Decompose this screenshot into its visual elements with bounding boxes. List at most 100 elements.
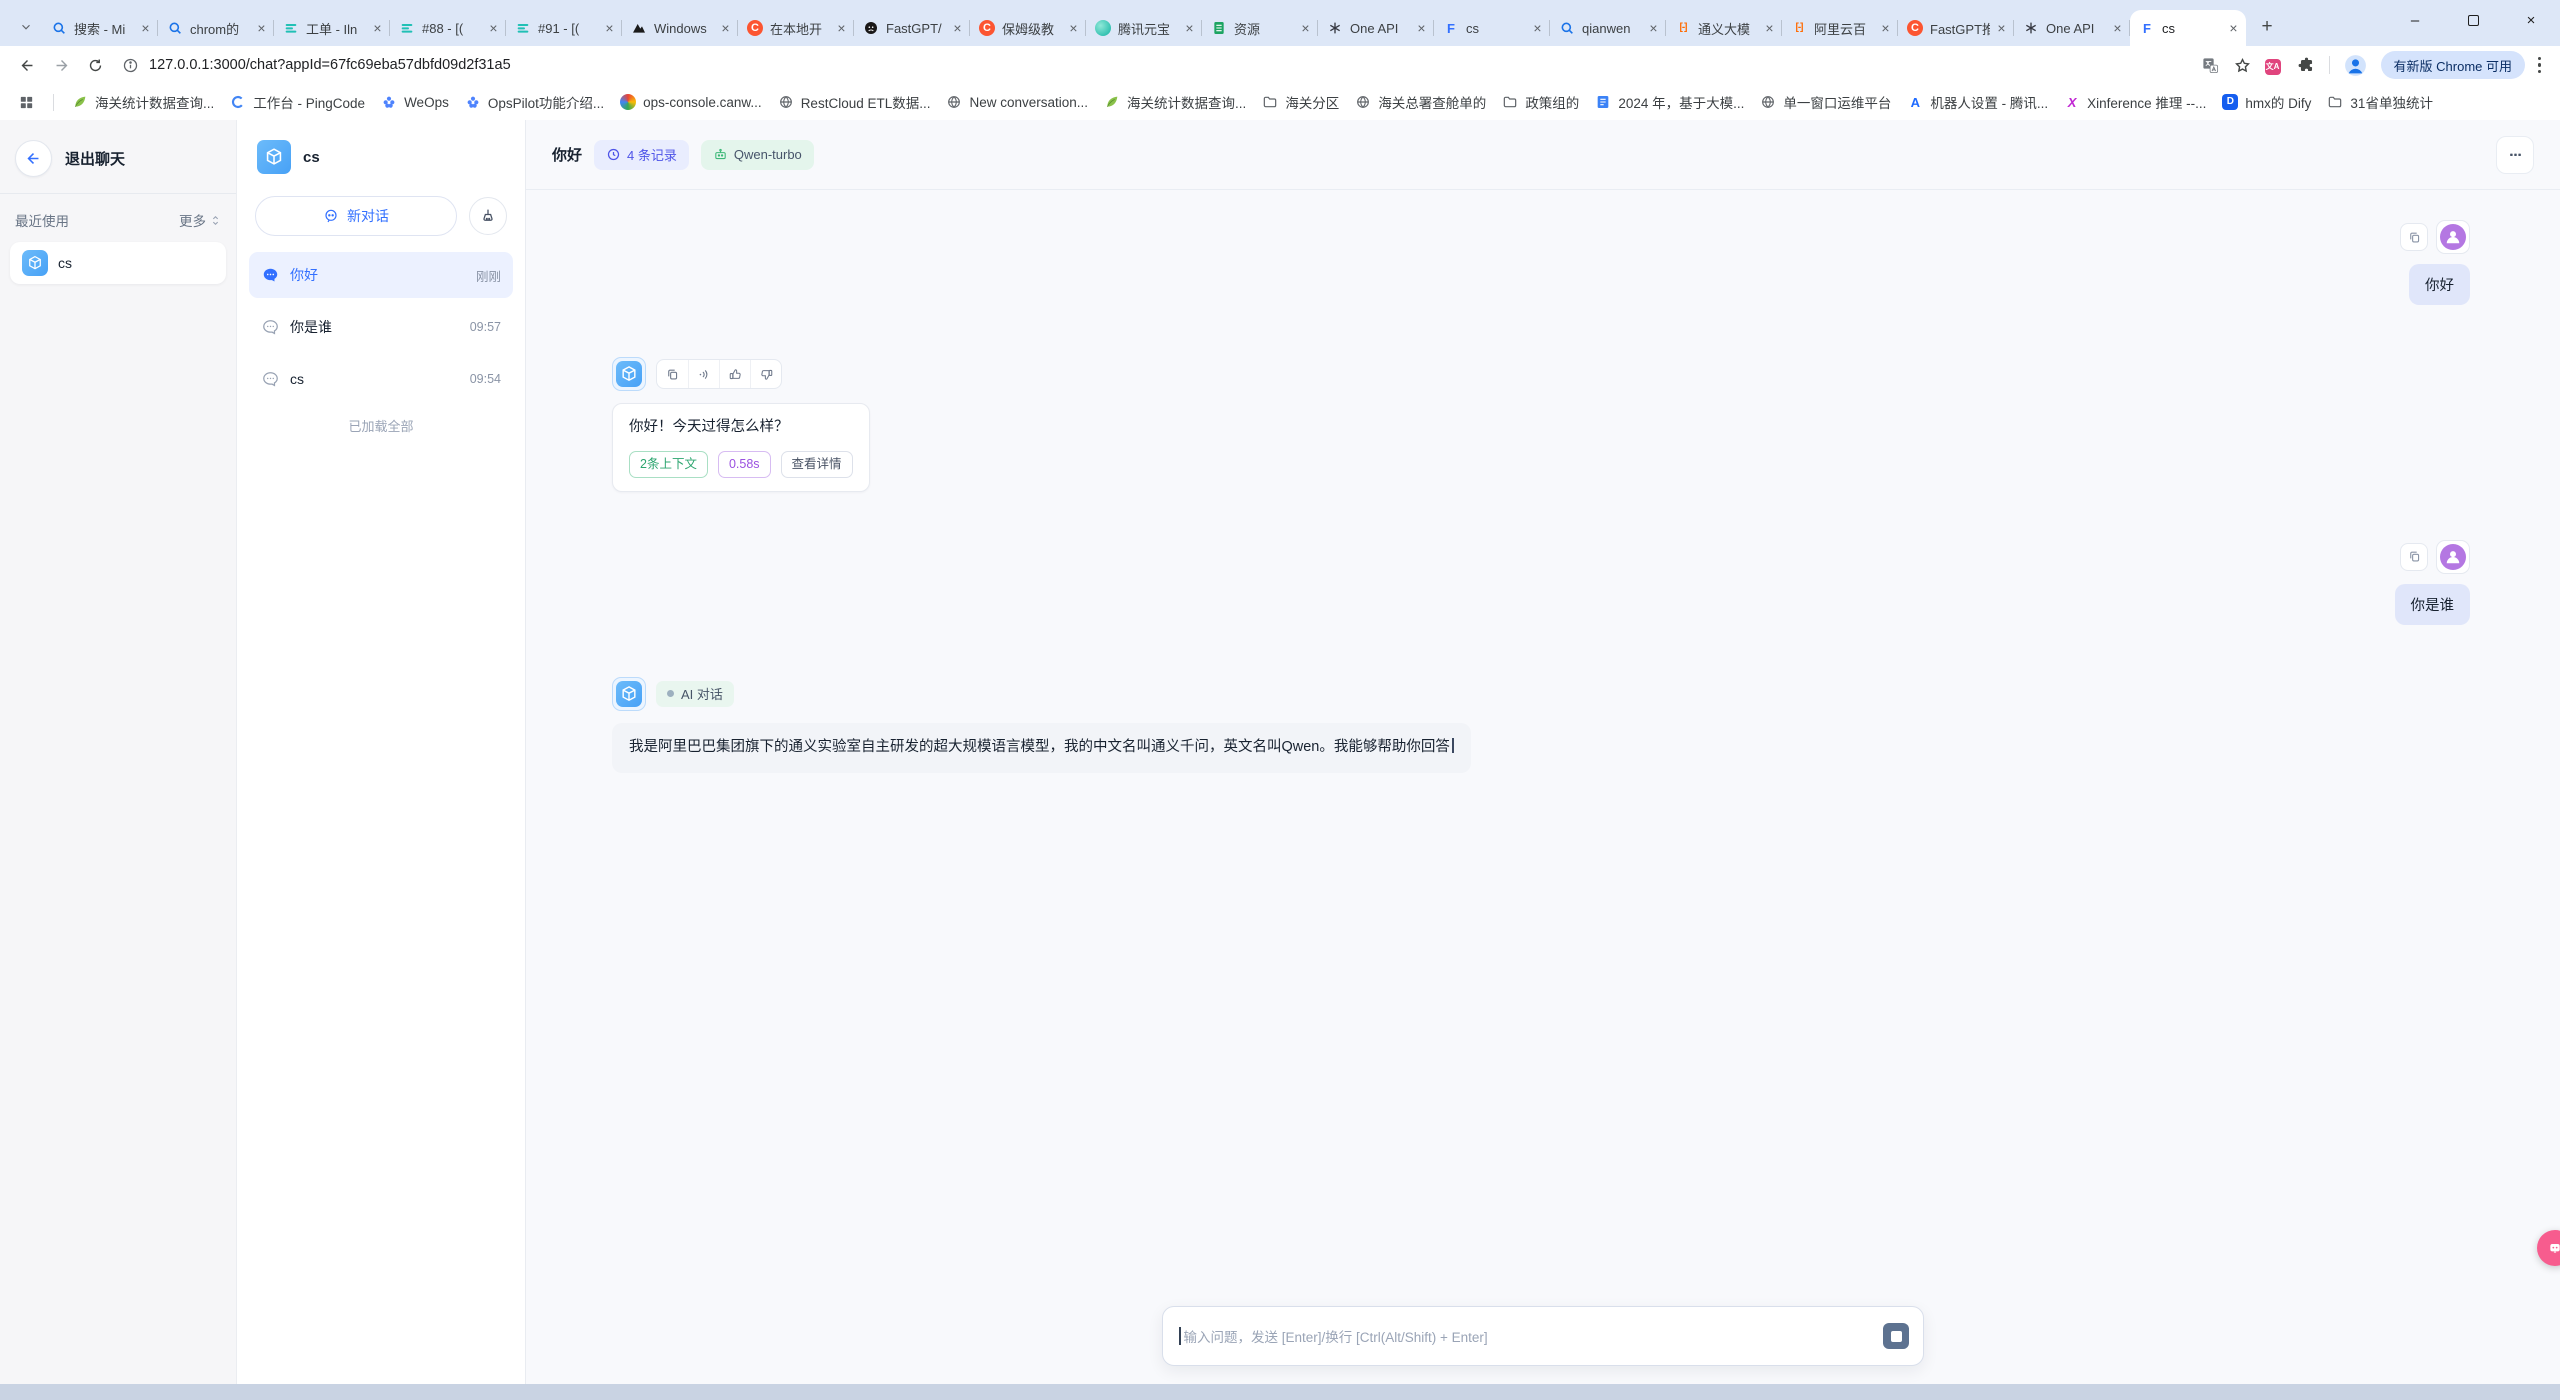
- bookmark-item[interactable]: ops-console.canw...: [612, 89, 770, 115]
- profile-avatar[interactable]: [2343, 53, 2368, 78]
- tab-close-icon[interactable]: ×: [1877, 20, 1894, 37]
- browser-tab[interactable]: [-]阿里云百×: [1782, 10, 1898, 46]
- chat-more-button[interactable]: [2496, 136, 2534, 174]
- forward-button[interactable]: [46, 50, 76, 80]
- window-minimize-button[interactable]: –: [2386, 0, 2444, 40]
- browser-tab[interactable]: FastGPT/×: [854, 10, 970, 46]
- chat-input-box[interactable]: 输入问题，发送 [Enter]/换行 [Ctrl(Alt/Shift) + En…: [1162, 1306, 1924, 1366]
- browser-tab[interactable]: 腾讯元宝×: [1086, 10, 1202, 46]
- tab-close-icon[interactable]: ×: [1297, 20, 1314, 37]
- browser-tab[interactable]: [-]通义大模×: [1666, 10, 1782, 46]
- tab-close-icon[interactable]: ×: [1529, 20, 1546, 37]
- assistant-avatar[interactable]: [612, 677, 646, 711]
- browser-tab[interactable]: Windows×: [622, 10, 738, 46]
- tab-close-icon[interactable]: ×: [1761, 20, 1778, 37]
- bookmark-item[interactable]: New conversation...: [938, 89, 1096, 115]
- thumb-up-button[interactable]: [719, 360, 750, 388]
- new-tab-button[interactable]: +: [2253, 13, 2281, 41]
- tab-close-icon[interactable]: ×: [369, 20, 386, 37]
- tab-close-icon[interactable]: ×: [717, 20, 734, 37]
- tab-close-icon[interactable]: ×: [1993, 20, 2010, 37]
- browser-tab[interactable]: One API×: [2014, 10, 2130, 46]
- browser-menu-icon[interactable]: [2538, 57, 2542, 74]
- tab-close-icon[interactable]: ×: [1413, 20, 1430, 37]
- clear-history-button[interactable]: [469, 197, 507, 235]
- reload-button[interactable]: [80, 50, 110, 80]
- window-close-button[interactable]: ×: [2502, 0, 2560, 40]
- browser-tab[interactable]: 资源×: [1202, 10, 1318, 46]
- bookmark-item[interactable]: OpsPilot功能介绍...: [457, 89, 612, 115]
- detail-tag[interactable]: 查看详情: [781, 451, 853, 478]
- context-tag[interactable]: 2条上下文: [629, 451, 708, 478]
- tab-close-icon[interactable]: ×: [1181, 20, 1198, 37]
- tab-close-icon[interactable]: ×: [601, 20, 618, 37]
- bookmark-star-icon[interactable]: [2233, 56, 2252, 75]
- copy-message-button[interactable]: [2400, 543, 2428, 571]
- bookmark-item[interactable]: 单一窗口运维平台: [1752, 89, 1899, 115]
- browser-tab[interactable]: qianwen×: [1550, 10, 1666, 46]
- module-badge[interactable]: AI 对话: [656, 681, 734, 707]
- browser-tab[interactable]: Fcs×: [2130, 10, 2246, 46]
- tab-close-icon[interactable]: ×: [949, 20, 966, 37]
- browser-tab[interactable]: One API×: [1318, 10, 1434, 46]
- browser-tab[interactable]: 工单 - Iln×: [274, 10, 390, 46]
- browser-tab[interactable]: #91 - [(×: [506, 10, 622, 46]
- tab-close-icon[interactable]: ×: [137, 20, 154, 37]
- bookmark-item[interactable]: XXinference 推理 --...: [2056, 89, 2214, 115]
- new-chat-button[interactable]: 新对话: [255, 196, 457, 236]
- browser-tab[interactable]: 搜索 - Mi×: [42, 10, 158, 46]
- bookmark-item[interactable]: 31省单独统计: [2319, 89, 2441, 115]
- bookmark-item[interactable]: 工作台 - PingCode: [222, 89, 373, 115]
- back-button[interactable]: [12, 50, 42, 80]
- extensions-puzzle-icon[interactable]: [2297, 56, 2316, 75]
- browser-tab[interactable]: C在本地开×: [738, 10, 854, 46]
- recent-app-item[interactable]: cs: [10, 242, 226, 284]
- tab-search-chevron-icon[interactable]: [12, 12, 40, 42]
- stop-generating-button[interactable]: [1883, 1323, 1909, 1349]
- apps-grid-icon[interactable]: [18, 94, 35, 111]
- read-aloud-button[interactable]: [688, 360, 719, 388]
- tab-close-icon[interactable]: ×: [2225, 20, 2242, 37]
- bookmark-item[interactable]: 海关统计数据查询...: [1096, 89, 1254, 115]
- copy-button[interactable]: [657, 360, 688, 388]
- bookmark-item[interactable]: Dhmx的 Dify: [2214, 89, 2319, 115]
- exit-chat[interactable]: 退出聊天: [0, 120, 236, 193]
- browser-tab[interactable]: CFastGPT推×: [1898, 10, 2014, 46]
- browser-tab[interactable]: C保姆级教×: [970, 10, 1086, 46]
- model-badge[interactable]: Qwen-turbo: [701, 140, 814, 170]
- chat-history-item[interactable]: cs09:54: [249, 356, 513, 402]
- tab-close-icon[interactable]: ×: [2109, 20, 2126, 37]
- exit-back-button[interactable]: [15, 140, 52, 177]
- browser-tab[interactable]: Fcs×: [1434, 10, 1550, 46]
- bookmark-item[interactable]: 2024 年，基于大模...: [1587, 89, 1752, 115]
- thumb-down-button[interactable]: [750, 360, 781, 388]
- site-info-icon[interactable]: [122, 57, 139, 74]
- tab-close-icon[interactable]: ×: [1065, 20, 1082, 37]
- tab-close-icon[interactable]: ×: [833, 20, 850, 37]
- tab-close-icon[interactable]: ×: [485, 20, 502, 37]
- browser-tab[interactable]: chrom的×: [158, 10, 274, 46]
- tab-close-icon[interactable]: ×: [253, 20, 270, 37]
- bookmark-item[interactable]: 海关统计数据查询...: [64, 89, 222, 115]
- translate-extension-icon[interactable]: 文A: [2265, 56, 2284, 75]
- chat-history-item[interactable]: 你是谁09:57: [249, 304, 513, 350]
- chat-history-item[interactable]: 你好刚刚: [249, 252, 513, 298]
- assistant-avatar[interactable]: [612, 357, 646, 391]
- browser-tab[interactable]: #88 - [(×: [390, 10, 506, 46]
- address-bar[interactable]: 127.0.0.1:3000/chat?appId=67fc69eba57dbf…: [114, 50, 2197, 80]
- bookmark-item[interactable]: 政策组的: [1494, 89, 1587, 115]
- bookmark-item[interactable]: 海关总署查舱单的: [1347, 89, 1494, 115]
- bookmark-item[interactable]: 海关分区: [1254, 89, 1347, 115]
- duration-tag[interactable]: 0.58s: [718, 451, 771, 478]
- bookmark-item[interactable]: WeOps: [373, 89, 457, 115]
- tab-close-icon[interactable]: ×: [1645, 20, 1662, 37]
- copy-message-button[interactable]: [2400, 223, 2428, 251]
- bookmark-item[interactable]: RestCloud ETL数据...: [770, 89, 939, 115]
- more-apps-button[interactable]: 更多: [179, 210, 222, 230]
- window-maximize-button[interactable]: [2444, 0, 2502, 40]
- url-text[interactable]: 127.0.0.1:3000/chat?appId=67fc69eba57dbf…: [149, 57, 511, 73]
- records-badge[interactable]: 4 条记录: [594, 140, 689, 170]
- bookmark-item[interactable]: A机器人设置 - 腾讯...: [1899, 89, 2056, 115]
- chrome-update-chip[interactable]: 有新版 Chrome 可用: [2381, 51, 2525, 79]
- translate-icon[interactable]: [2201, 56, 2220, 75]
